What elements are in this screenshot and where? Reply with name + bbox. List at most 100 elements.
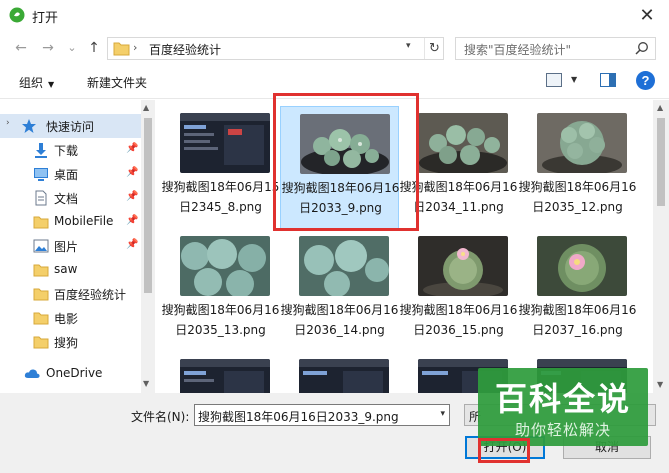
address-bar[interactable]: › 百度经验统计 ▾ ↻ <box>107 37 444 60</box>
sidebar-item-mobilefile[interactable]: MobileFile 📌 <box>0 210 141 234</box>
file-thumbnail <box>537 236 627 296</box>
file-list-scroll-thumb[interactable] <box>657 118 665 206</box>
folder-icon <box>33 312 49 325</box>
sidebar-item-label: 快速访问 <box>46 120 95 134</box>
folder-icon <box>33 336 49 349</box>
file-thumbnail <box>418 236 508 296</box>
sidebar-item-label: 图片 <box>54 240 79 254</box>
search-icon[interactable] <box>635 41 649 55</box>
sidebar-item-sogou[interactable]: 搜狗 <box>0 330 141 354</box>
sidebar-item-label: 百度经验统计 <box>54 288 127 302</box>
file-item[interactable]: 搜狗截图18年06月16日2037_16.png <box>518 229 637 353</box>
file-thumbnail <box>180 236 270 296</box>
sidebar-item-label: 桌面 <box>54 168 79 182</box>
title-bar: 打开 ✕ <box>0 0 669 33</box>
sidebar-item-desktop[interactable]: 桌面 📌 <box>0 162 141 186</box>
sidebar-item-label: 下载 <box>54 144 79 158</box>
file-name: 搜狗截图18年06月16日2036_15.png <box>399 303 518 337</box>
expand-chevron-icon[interactable]: › <box>6 118 10 128</box>
sidebar-item-label: 搜狗 <box>54 336 79 350</box>
pin-icon[interactable]: 📌 <box>126 167 138 178</box>
sidebar-item-onedrive[interactable]: OneDrive <box>0 362 141 386</box>
refresh-icon[interactable]: ↻ <box>424 38 444 59</box>
file-list-scrollbar[interactable]: ▲ ▼ <box>653 100 669 393</box>
filename-field[interactable]: 搜狗截图18年06月16日2033_9.png ▾ <box>194 404 450 426</box>
highlight-box <box>478 438 530 463</box>
sidebar-item-label: OneDrive <box>46 366 103 380</box>
dialog-title: 打开 <box>32 11 59 26</box>
file-name: 搜狗截图18年06月16日2036_14.png <box>280 303 399 337</box>
file-thumbnail <box>537 113 627 173</box>
filename-label: 文件名(N): <box>131 410 190 424</box>
sidebar-item-baidu-stats[interactable]: 百度经验统计 <box>0 282 141 306</box>
file-name: 搜狗截图18年06月16日2037_16.png <box>518 303 637 337</box>
file-item[interactable] <box>161 352 280 393</box>
chevron-down-icon[interactable]: ▾ <box>406 41 411 51</box>
file-thumbnail <box>299 236 389 296</box>
help-icon[interactable]: ? <box>636 71 655 90</box>
sidebar-item-movies[interactable]: 电影 <box>0 306 141 330</box>
address-row: ← → ⌄ ↑ › 百度经验统计 ▾ ↻ 搜索"百度经验统计" <box>0 33 669 63</box>
file-item[interactable]: 搜狗截图18年06月16日2035_12.png <box>518 106 637 230</box>
sidebar-item-label: MobileFile <box>54 214 114 228</box>
close-button[interactable]: ✕ <box>632 4 662 28</box>
watermark-title: 百科全说 <box>494 380 631 418</box>
caret-down-icon: ▼ <box>48 80 55 89</box>
preview-pane-icon[interactable] <box>600 73 616 87</box>
new-folder-button[interactable]: 新建文件夹 <box>87 74 147 91</box>
file-thumbnail <box>180 359 270 393</box>
search-box[interactable]: 搜索"百度经验统计" <box>455 37 656 60</box>
document-icon <box>35 190 47 206</box>
up-arrow-icon[interactable]: ↑ <box>84 38 104 58</box>
scroll-up-arrow-icon[interactable]: ▲ <box>143 103 149 112</box>
organize-button[interactable]: 组织 ▼ <box>19 74 54 91</box>
sidebar-item-saw[interactable]: saw <box>0 258 141 282</box>
file-item[interactable]: 搜狗截图18年06月16日2036_14.png <box>280 229 399 353</box>
file-item[interactable]: 搜狗截图18年06月16日2036_15.png <box>399 229 518 353</box>
navigation-pane: › 快速访问 下载 📌 桌面 📌 文档 📌 MobileFile 📌 图片 📌 … <box>0 100 155 393</box>
pin-icon[interactable]: 📌 <box>126 143 138 154</box>
breadcrumb-chevron-icon[interactable]: › <box>133 41 137 54</box>
scroll-down-arrow-icon[interactable]: ▼ <box>657 380 663 389</box>
sidebar-item-documents[interactable]: 文档 📌 <box>0 186 141 210</box>
download-icon <box>35 143 47 158</box>
sidebar-item-pictures[interactable]: 图片 📌 <box>0 234 141 258</box>
sidebar-item-label: saw <box>54 262 78 276</box>
scroll-up-arrow-icon[interactable]: ▲ <box>657 103 663 112</box>
breadcrumb-folder[interactable]: 百度经验统计 <box>149 41 221 58</box>
file-name: 搜狗截图18年06月15日2345_8.png <box>161 180 280 214</box>
search-input[interactable]: 搜索"百度经验统计" <box>464 41 571 58</box>
filename-value[interactable]: 搜狗截图18年06月16日2033_9.png <box>198 408 399 425</box>
folder-icon <box>113 42 130 56</box>
sidebar-scroll-thumb[interactable] <box>144 118 152 293</box>
star-icon <box>22 119 36 133</box>
pin-icon[interactable]: 📌 <box>126 239 138 250</box>
file-name: 搜狗截图18年06月16日2035_12.png <box>518 180 637 214</box>
file-item[interactable]: 搜狗截图18年06月16日2035_13.png <box>161 229 280 353</box>
sidebar-item-label: 电影 <box>54 312 79 326</box>
file-name: 搜狗截图18年06月16日2035_13.png <box>161 303 280 337</box>
scroll-down-arrow-icon[interactable]: ▼ <box>143 379 149 388</box>
watermark-subtitle: 助你轻松解决 <box>514 421 611 439</box>
caret-down-icon[interactable]: ▼ <box>571 75 577 84</box>
folder-icon <box>33 264 49 277</box>
sidebar-item-label: 文档 <box>54 192 79 206</box>
sidebar-item-quick-access[interactable]: › 快速访问 <box>0 114 141 138</box>
desktop-icon <box>34 168 48 181</box>
folder-icon <box>33 288 49 301</box>
file-item[interactable] <box>280 352 399 393</box>
file-thumbnail <box>418 113 508 173</box>
view-mode-icon[interactable] <box>546 73 562 87</box>
sidebar-scrollbar[interactable]: ▲ ▼ <box>141 100 155 393</box>
sidebar-item-downloads[interactable]: 下载 📌 <box>0 138 141 162</box>
back-arrow-icon[interactable]: ← <box>11 38 31 58</box>
forward-arrow-icon[interactable]: → <box>38 38 58 58</box>
highlight-box <box>273 93 419 231</box>
recent-locations-icon[interactable]: ⌄ <box>62 38 82 58</box>
chevron-down-icon[interactable]: ▾ <box>440 409 445 419</box>
pictures-icon <box>33 239 49 253</box>
pin-icon[interactable]: 📌 <box>126 215 138 226</box>
folder-icon <box>33 216 49 229</box>
file-item[interactable]: 搜狗截图18年06月15日2345_8.png <box>161 106 280 230</box>
pin-icon[interactable]: 📌 <box>126 191 138 202</box>
